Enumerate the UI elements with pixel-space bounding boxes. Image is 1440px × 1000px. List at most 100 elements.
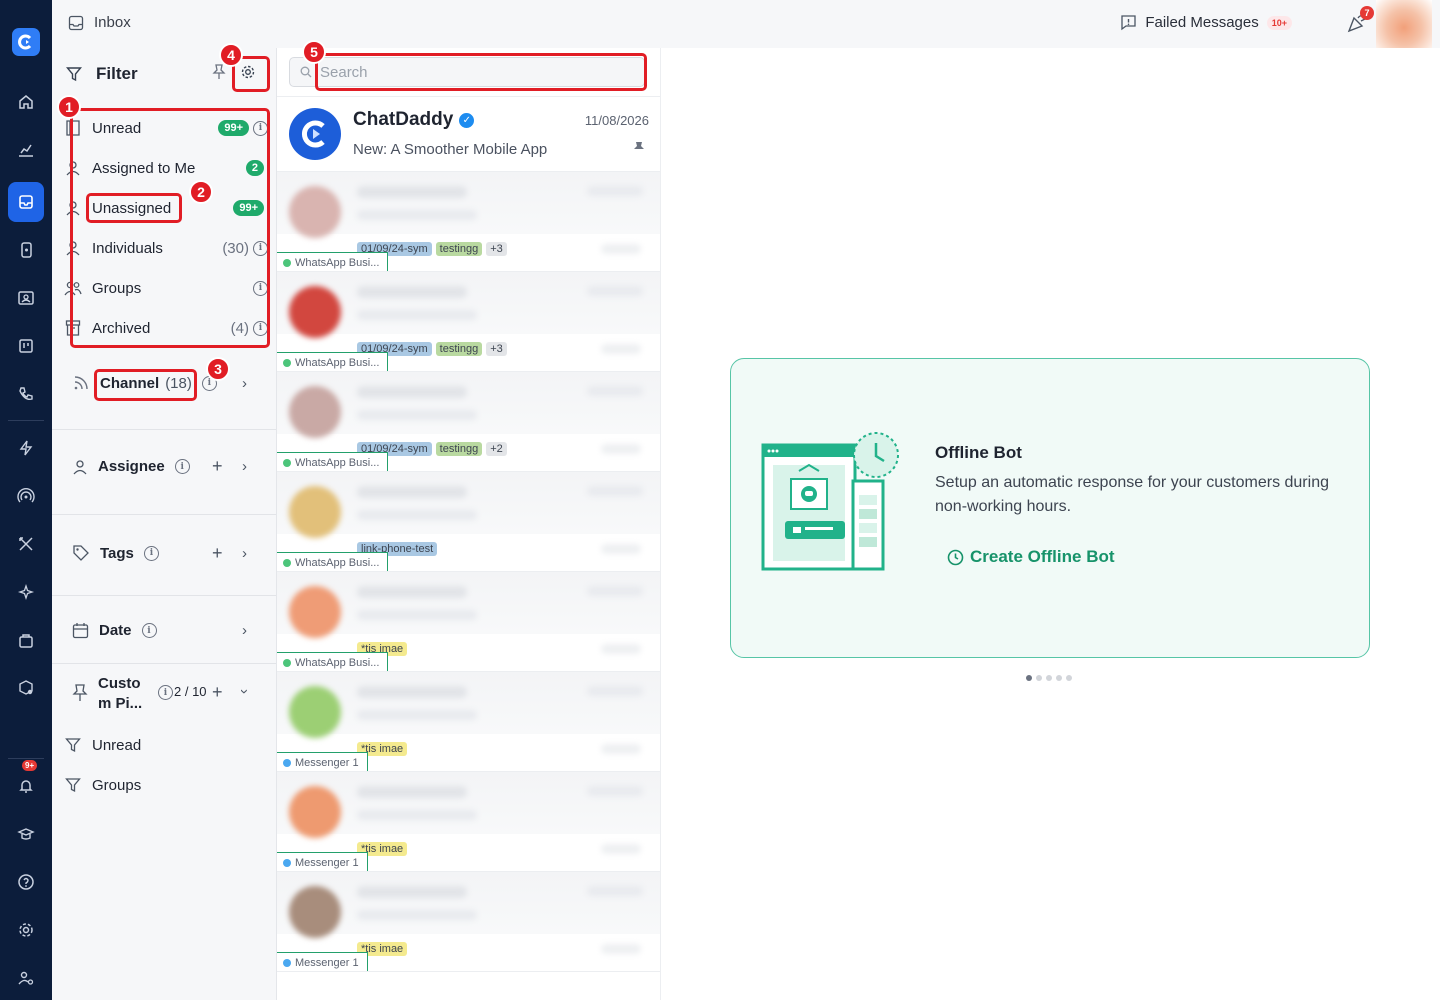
- blurred-text: [357, 586, 467, 598]
- chevron-right-icon[interactable]: ›: [242, 622, 247, 639]
- pinned-conversation[interactable]: ChatDaddy ✓ 11/08/2026 New: A Smoother M…: [277, 96, 660, 172]
- conversation-tag[interactable]: testingg: [435, 442, 483, 456]
- carousel-dot[interactable]: [1046, 675, 1052, 681]
- blurred-text: [587, 386, 643, 396]
- app-root: 9+ Inbox Failed Messages 10+ 7 Filter Un…: [0, 0, 1440, 1000]
- filter-icon: [66, 67, 82, 82]
- chatdaddy-logo-icon[interactable]: [12, 28, 40, 56]
- channel-status-dot: [283, 858, 291, 867]
- carousel-dots[interactable]: [1026, 675, 1072, 681]
- analytics-icon[interactable]: [0, 130, 52, 170]
- carousel-dot[interactable]: [1026, 675, 1032, 681]
- date-filter[interactable]: Date i ›: [72, 622, 262, 639]
- channel-badge: WhatsApp Busi...: [277, 352, 389, 371]
- custom-pins-filter[interactable]: Custo m Pi... i 2 / 10 + ›: [72, 674, 262, 714]
- blurred-text: [357, 910, 477, 920]
- blurred-text: [357, 410, 477, 420]
- chevron-down-icon[interactable]: ›: [236, 689, 253, 694]
- team-settings-icon[interactable]: [0, 958, 52, 998]
- info-icon[interactable]: i: [158, 685, 173, 700]
- notifications-icon[interactable]: 9+: [0, 760, 52, 806]
- chevron-right-icon[interactable]: ›: [242, 375, 247, 392]
- phone-icon[interactable]: [0, 374, 52, 414]
- filter-title: Filter: [96, 64, 138, 83]
- add-custom-pin-plus-icon[interactable]: +: [212, 682, 223, 703]
- info-icon[interactable]: i: [143, 545, 159, 561]
- contact-avatar: [289, 886, 341, 938]
- settings-icon[interactable]: [0, 910, 52, 950]
- whats-new-icon[interactable]: 7: [1346, 6, 1374, 34]
- custom-pin-unread[interactable]: Unread: [64, 725, 268, 765]
- channel-status-dot: [283, 358, 291, 367]
- info-icon[interactable]: i: [141, 623, 157, 638]
- conversation-tag[interactable]: +2: [486, 442, 507, 456]
- tags-filter[interactable]: Tags i + ›: [72, 543, 262, 564]
- blurred-text: [357, 810, 477, 820]
- conversation-row[interactable]: *tis imae WhatsApp Busi...: [277, 572, 660, 672]
- conversation-row[interactable]: 01/09/24-sym testingg +3 WhatsApp Busi...: [277, 172, 660, 272]
- inbox-nav-icon[interactable]: [0, 182, 52, 222]
- broadcast-icon[interactable]: [0, 476, 52, 516]
- carousel-dot[interactable]: [1056, 675, 1062, 681]
- conversation-tag[interactable]: testingg: [435, 342, 483, 356]
- package-icon[interactable]: [0, 668, 52, 708]
- ai-sparkle-icon[interactable]: [0, 572, 52, 612]
- contacts-icon[interactable]: [0, 278, 52, 318]
- home-icon[interactable]: [0, 82, 52, 122]
- automation-icon[interactable]: [0, 428, 52, 468]
- custom-pin-groups[interactable]: Groups: [64, 765, 268, 805]
- add-assignee-plus-icon[interactable]: +: [212, 456, 223, 477]
- carousel-dot[interactable]: [1036, 675, 1042, 681]
- blurred-text: [357, 386, 467, 398]
- conversation-tag[interactable]: +3: [486, 342, 507, 356]
- channel-badge: WhatsApp Busi...: [277, 652, 389, 671]
- conversation-tag[interactable]: +3: [486, 242, 507, 256]
- channel-badge: Messenger 1: [277, 852, 368, 871]
- info-icon[interactable]: i: [174, 459, 190, 474]
- rss-channel-icon: [74, 376, 88, 390]
- pin-icon[interactable]: [212, 64, 226, 80]
- assignee-label: Assignee: [98, 458, 165, 475]
- add-tag-plus-icon[interactable]: +: [212, 543, 223, 564]
- contact-avatar: [289, 186, 341, 238]
- annotation-marker-1: 1: [57, 95, 81, 119]
- conversation-row[interactable]: 01/09/24-sym testingg +2 WhatsApp Busi...: [277, 372, 660, 472]
- blurred-text: [601, 444, 641, 454]
- top-bar: Inbox Failed Messages 10+ 7: [52, 0, 1440, 50]
- conversation-row[interactable]: *tis imae Messenger 1: [277, 772, 660, 872]
- chevron-right-icon[interactable]: ›: [242, 545, 247, 562]
- tools-icon[interactable]: [0, 524, 52, 564]
- chatdaddy-avatar-icon: [289, 108, 341, 160]
- carousel-dot[interactable]: [1066, 675, 1072, 681]
- create-offline-bot-button[interactable]: Create Offline Bot: [947, 547, 1115, 567]
- conversation-row[interactable]: *tis imae Messenger 1: [277, 872, 660, 972]
- conversation-row[interactable]: link-phone-test WhatsApp Busi...: [277, 472, 660, 572]
- academy-icon[interactable]: [0, 814, 52, 854]
- create-offline-bot-label: Create Offline Bot: [970, 547, 1115, 566]
- channel-name: WhatsApp Busi...: [295, 656, 380, 669]
- pinned-pin-icon: [634, 142, 644, 154]
- channel-status-dot: [283, 458, 291, 467]
- channel-badge: WhatsApp Busi...: [277, 552, 389, 571]
- shop-icon[interactable]: [0, 620, 52, 660]
- conversation-row[interactable]: *tis imae Messenger 1: [277, 672, 660, 772]
- blurred-text: [357, 786, 467, 798]
- user-avatar[interactable]: [1376, 0, 1432, 50]
- annotation-marker-2: 2: [189, 180, 213, 204]
- conversation-row[interactable]: 01/09/24-sym testingg +3 WhatsApp Busi...: [277, 272, 660, 372]
- help-icon[interactable]: [0, 862, 52, 902]
- failed-messages-button[interactable]: Failed Messages 10+: [1120, 14, 1292, 31]
- channel-name: WhatsApp Busi...: [295, 556, 380, 569]
- annotation-marker-3: 3: [206, 357, 230, 381]
- assignee-filter[interactable]: Assignee i + ›: [72, 456, 262, 477]
- board-icon[interactable]: [0, 326, 52, 366]
- channel-name: Messenger 1: [295, 856, 359, 869]
- chevron-right-icon[interactable]: ›: [242, 458, 247, 475]
- blurred-text: [357, 210, 477, 220]
- blurred-text: [587, 886, 643, 896]
- blurred-text: [587, 686, 643, 696]
- contact-avatar: [289, 486, 341, 538]
- conversation-tag[interactable]: testingg: [435, 242, 483, 256]
- mobile-icon[interactable]: [0, 230, 52, 270]
- main-content: Offline Bot Setup an automatic response …: [661, 48, 1440, 1000]
